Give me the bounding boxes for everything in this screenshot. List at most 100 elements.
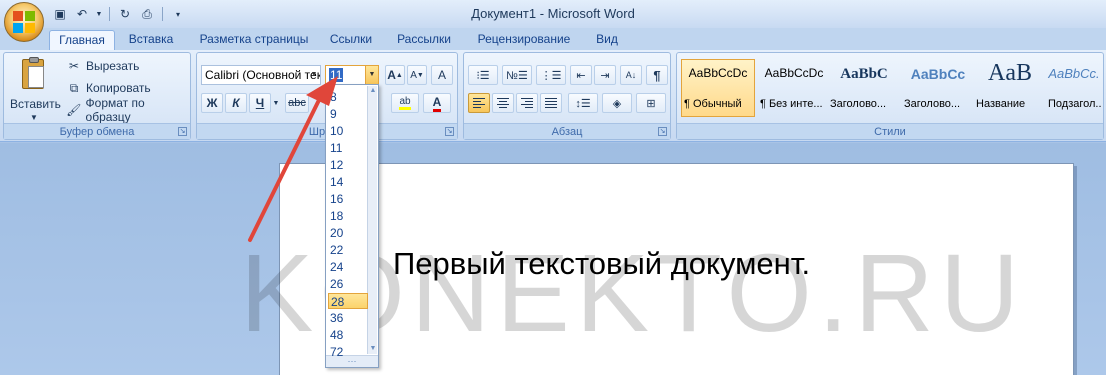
copy-icon: ⧉ <box>69 80 79 95</box>
font-size-option[interactable]: 8 <box>328 89 368 105</box>
format-painter-button[interactable]: 🖌 Формат по образцу <box>66 96 190 124</box>
align-center-icon <box>497 98 509 108</box>
font-size-option[interactable]: 28 <box>328 293 368 309</box>
align-right-button[interactable] <box>516 93 538 113</box>
clipboard-group: Вставить ▼ ✂ Вырезать ⧉ Копировать 🖌 Фор… <box>3 52 191 140</box>
shading-button[interactable]: ◈ <box>602 93 632 113</box>
borders-button[interactable]: ⊞ <box>636 93 666 113</box>
shrink-font-icon: A <box>410 69 417 81</box>
bullets-icon: ⁝☰ <box>476 69 490 82</box>
decrease-indent-button[interactable]: ⇤ <box>570 65 592 85</box>
sort-icon: A↓ <box>625 70 637 80</box>
copy-button[interactable]: ⧉ Копировать <box>66 79 151 97</box>
style-name: ¶ Без инте... <box>760 98 823 110</box>
font-size-option[interactable]: 11 <box>328 140 368 156</box>
style-name: Заголово... <box>830 98 887 110</box>
align-center-button[interactable] <box>492 93 514 113</box>
tab-mailings[interactable]: Рассылки <box>390 30 458 50</box>
chevron-down-icon[interactable]: ▼ <box>271 93 281 113</box>
font-size-option[interactable]: 36 <box>328 310 368 326</box>
copy-label: Копировать <box>86 81 151 95</box>
font-size-option[interactable]: 9 <box>328 106 368 122</box>
underline-button[interactable]: Ч <box>249 93 271 113</box>
tab-references[interactable]: Ссылки <box>324 30 378 50</box>
font-size-option[interactable]: 48 <box>328 327 368 343</box>
tab-home[interactable]: Главная <box>49 30 115 50</box>
multilevel-list-icon: ⋮☰ <box>540 69 562 82</box>
multilevel-list-button[interactable]: ⋮☰ <box>536 65 566 85</box>
style-heading-2[interactable]: AaBbCc Заголово... <box>901 59 975 117</box>
style-name: Подзагол... <box>1048 98 1102 110</box>
font-size-combobox[interactable]: 11 ▼ <box>325 65 379 85</box>
font-color-button[interactable]: A <box>423 93 451 113</box>
font-size-option[interactable]: 72 <box>328 344 368 360</box>
format-painter-label: Формат по образцу <box>85 96 145 124</box>
increase-indent-button[interactable]: ⇥ <box>594 65 616 85</box>
line-spacing-button[interactable]: ↕☰ <box>568 93 598 113</box>
font-size-option[interactable]: 18 <box>328 208 368 224</box>
sort-button[interactable]: A↓ <box>620 65 642 85</box>
decrease-indent-icon: ⇤ <box>576 69 586 82</box>
scroll-up-icon[interactable]: ▲ <box>368 86 378 96</box>
increase-indent-icon: ⇥ <box>600 69 610 82</box>
style-preview: AaBbCc <box>910 66 966 82</box>
numbering-button[interactable]: №☰ <box>502 65 532 85</box>
window-title: Документ1 - Microsoft Word <box>471 6 635 21</box>
style-name: ¶ Обычный <box>684 98 742 110</box>
italic-button[interactable]: К <box>225 93 247 113</box>
paste-icon <box>22 57 44 89</box>
scrollbar[interactable]: ▲ ▼ <box>367 86 377 354</box>
font-size-option[interactable]: 22 <box>328 242 368 258</box>
dialog-launcher-icon[interactable]: ↘ <box>658 127 667 136</box>
clear-formatting-icon: A <box>437 68 446 82</box>
font-size-option[interactable]: 12 <box>328 157 368 173</box>
font-size-option[interactable]: 14 <box>328 174 368 190</box>
dialog-launcher-icon[interactable]: ↘ <box>178 127 187 136</box>
tab-insert[interactable]: Вставка <box>122 30 180 50</box>
clear-formatting-button[interactable]: A <box>431 65 453 85</box>
align-right-icon <box>521 98 533 108</box>
paint-bucket-icon: ◈ <box>612 97 622 110</box>
style-normal[interactable]: AaBbCcDc ¶ Обычный <box>681 59 755 117</box>
font-size-dropdown-list[interactable]: ▲ ▼ ⋯ 8 9 10 11 12 14 16 18 20 22 24 26 28 36 48 72 <box>325 84 379 368</box>
chevron-down-icon[interactable]: ▼ <box>365 66 378 84</box>
scissors-icon: ✂ <box>68 59 80 73</box>
style-no-spacing[interactable]: AaBbCcDc ¶ Без инте... <box>757 59 831 117</box>
font-size-value: 11 <box>329 68 344 82</box>
justify-button[interactable] <box>540 93 562 113</box>
show-marks-button[interactable]: ¶ <box>646 65 668 85</box>
highlight-button[interactable]: ab <box>391 93 419 113</box>
font-size-option[interactable]: 10 <box>328 123 368 139</box>
cut-label: Вырезать <box>86 59 140 73</box>
tab-page-layout[interactable]: Разметка страницы <box>195 30 313 50</box>
font-size-option[interactable]: 20 <box>328 225 368 241</box>
style-preview: AaBbCc. <box>1048 66 1100 81</box>
tab-review[interactable]: Рецензирование <box>470 30 578 50</box>
tab-view[interactable]: Вид <box>588 30 626 50</box>
pilcrow-icon: ¶ <box>653 67 661 83</box>
borders-icon: ⊞ <box>646 97 656 110</box>
chevron-down-icon[interactable]: ▼ <box>308 66 320 84</box>
paste-button[interactable]: Вставить ▼ <box>10 57 61 123</box>
strikethrough-button[interactable]: abc <box>285 93 309 113</box>
grow-font-button[interactable]: A ▲ <box>385 65 405 85</box>
style-heading-1[interactable]: AaBbC Заголово... <box>827 59 901 117</box>
office-logo-icon <box>13 11 35 33</box>
bullets-button[interactable]: ⁝☰ <box>468 65 498 85</box>
style-preview: AaBbC <box>840 66 888 82</box>
font-size-option[interactable]: 24 <box>328 259 368 275</box>
scroll-down-icon[interactable]: ▼ <box>368 344 378 354</box>
dialog-launcher-icon[interactable]: ↘ <box>445 127 454 136</box>
font-name-combobox[interactable]: Calibri (Основной текст) ▼ <box>201 65 321 85</box>
font-size-option[interactable]: 16 <box>328 191 368 207</box>
office-button[interactable] <box>4 2 44 42</box>
numbering-icon: №☰ <box>506 69 528 82</box>
bold-button[interactable]: Ж <box>201 93 223 113</box>
shrink-font-button[interactable]: A ▼ <box>407 65 427 85</box>
cut-button[interactable]: ✂ Вырезать <box>66 57 139 75</box>
style-name: Заголово... <box>904 98 961 110</box>
style-title[interactable]: AaB Название <box>973 59 1047 117</box>
align-left-button[interactable] <box>468 93 490 113</box>
style-subtitle[interactable]: AaBbCc. Подзагол... <box>1045 59 1103 117</box>
font-size-option[interactable]: 26 <box>328 276 368 292</box>
